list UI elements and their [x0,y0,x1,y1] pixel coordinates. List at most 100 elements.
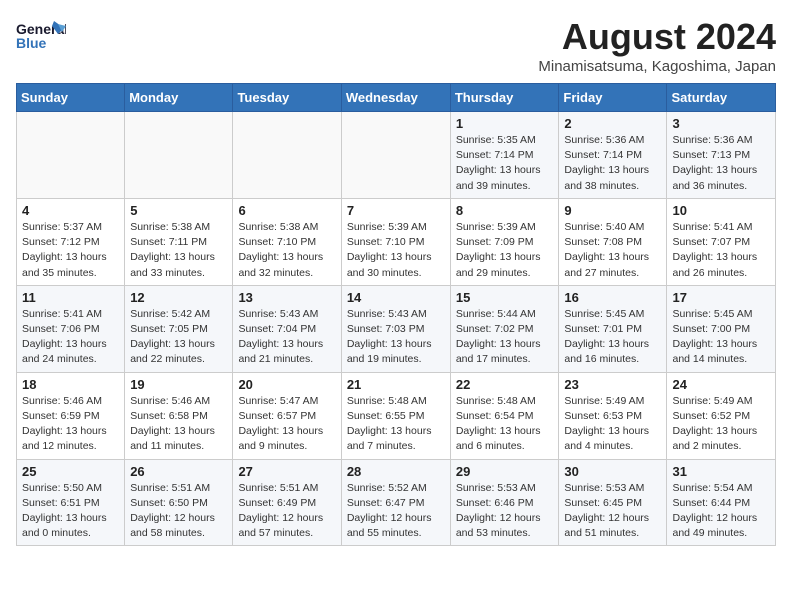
day-info: Sunrise: 5:35 AM Sunset: 7:14 PM Dayligh… [456,133,554,194]
header-wednesday: Wednesday [341,84,450,112]
month-year-title: August 2024 [538,16,776,58]
calendar-cell [17,112,125,199]
calendar-cell: 16Sunrise: 5:45 AM Sunset: 7:01 PM Dayli… [559,285,667,372]
header-sunday: Sunday [17,84,125,112]
day-info: Sunrise: 5:46 AM Sunset: 6:58 PM Dayligh… [130,394,227,455]
day-number: 23 [564,377,661,392]
calendar-week-row: 25 Sunrise: 5:50 AM Sunset: 6:51 PM Dayli… [17,459,776,546]
day-info: Sunrise: 5:52 AM Sunset: 6:47 PM Dayligh… [347,481,445,542]
day-info: Sunrise: 5:51 AM Sunset: 6:49 PM Dayligh… [238,481,335,542]
day-number: 18 [22,377,119,392]
logo: General Blue [16,16,66,61]
day-number: 13 [238,290,335,305]
calendar-week-row: 1 Sunrise: 5:35 AM Sunset: 7:14 PM Daylig… [17,112,776,199]
calendar-table: Sunday Monday Tuesday Wednesday Thursday… [16,83,776,546]
header-thursday: Thursday [450,84,559,112]
header-friday: Friday [559,84,667,112]
calendar-cell: 7 Sunrise: 5:39 AM Sunset: 7:10 PM Daylig… [341,198,450,285]
day-number: 3 [672,116,770,131]
day-info: Sunrise: 5:43 AM Sunset: 7:04 PM Dayligh… [238,307,335,368]
day-info: Sunrise: 5:49 AM Sunset: 6:52 PM Dayligh… [672,394,770,455]
calendar-cell: 6 Sunrise: 5:38 AM Sunset: 7:10 PM Daylig… [233,198,341,285]
day-info: Sunrise: 5:38 AM Sunset: 7:10 PM Dayligh… [238,220,335,281]
day-info: Sunrise: 5:53 AM Sunset: 6:45 PM Dayligh… [564,481,661,542]
day-number: 12 [130,290,227,305]
day-number: 26 [130,464,227,479]
calendar-week-row: 4 Sunrise: 5:37 AM Sunset: 7:12 PM Daylig… [17,198,776,285]
day-number: 25 [22,464,119,479]
calendar-cell: 20Sunrise: 5:47 AM Sunset: 6:57 PM Dayli… [233,372,341,459]
day-number: 31 [672,464,770,479]
calendar-cell: 30 Sunrise: 5:53 AM Sunset: 6:45 PM Dayli… [559,459,667,546]
calendar-cell: 13 Sunrise: 5:43 AM Sunset: 7:04 PM Dayli… [233,285,341,372]
day-number: 8 [456,203,554,218]
calendar-cell: 31 Sunrise: 5:54 AM Sunset: 6:44 PM Dayli… [667,459,776,546]
calendar-cell [341,112,450,199]
day-info: Sunrise: 5:39 AM Sunset: 7:10 PM Dayligh… [347,220,445,281]
calendar-cell: 22Sunrise: 5:48 AM Sunset: 6:54 PM Dayli… [450,372,559,459]
day-info: Sunrise: 5:41 AM Sunset: 7:06 PM Dayligh… [22,307,119,368]
calendar-cell: 15Sunrise: 5:44 AM Sunset: 7:02 PM Dayli… [450,285,559,372]
calendar-cell: 9 Sunrise: 5:40 AM Sunset: 7:08 PM Daylig… [559,198,667,285]
day-info: Sunrise: 5:40 AM Sunset: 7:08 PM Dayligh… [564,220,661,281]
day-info: Sunrise: 5:46 AM Sunset: 6:59 PM Dayligh… [22,394,119,455]
calendar-cell: 28 Sunrise: 5:52 AM Sunset: 6:47 PM Dayli… [341,459,450,546]
day-number: 19 [130,377,227,392]
day-info: Sunrise: 5:42 AM Sunset: 7:05 PM Dayligh… [130,307,227,368]
day-number: 14 [347,290,445,305]
day-number: 9 [564,203,661,218]
day-number: 21 [347,377,445,392]
day-info: Sunrise: 5:39 AM Sunset: 7:09 PM Dayligh… [456,220,554,281]
calendar-cell: 4 Sunrise: 5:37 AM Sunset: 7:12 PM Daylig… [17,198,125,285]
day-number: 11 [22,290,119,305]
day-number: 6 [238,203,335,218]
day-info: Sunrise: 5:38 AM Sunset: 7:11 PM Dayligh… [130,220,227,281]
calendar-cell: 24 Sunrise: 5:49 AM Sunset: 6:52 PM Dayli… [667,372,776,459]
day-info: Sunrise: 5:49 AM Sunset: 6:53 PM Dayligh… [564,394,661,455]
day-number: 4 [22,203,119,218]
day-info: Sunrise: 5:41 AM Sunset: 7:07 PM Dayligh… [672,220,770,281]
day-info: Sunrise: 5:45 AM Sunset: 7:00 PM Dayligh… [672,307,770,368]
calendar-cell: 27 Sunrise: 5:51 AM Sunset: 6:49 PM Dayli… [233,459,341,546]
day-number: 7 [347,203,445,218]
day-number: 30 [564,464,661,479]
calendar-cell: 11 Sunrise: 5:41 AM Sunset: 7:06 PM Dayli… [17,285,125,372]
day-info: Sunrise: 5:48 AM Sunset: 6:55 PM Dayligh… [347,394,445,455]
calendar-cell: 2Sunrise: 5:36 AM Sunset: 7:14 PM Daylig… [559,112,667,199]
calendar-cell: 19 Sunrise: 5:46 AM Sunset: 6:58 PM Dayli… [125,372,233,459]
day-number: 20 [238,377,335,392]
day-number: 2 [564,116,661,131]
day-info: Sunrise: 5:54 AM Sunset: 6:44 PM Dayligh… [672,481,770,542]
calendar-cell: 1 Sunrise: 5:35 AM Sunset: 7:14 PM Daylig… [450,112,559,199]
calendar-header-row: Sunday Monday Tuesday Wednesday Thursday… [17,84,776,112]
svg-text:Blue: Blue [16,35,47,51]
day-number: 16 [564,290,661,305]
calendar-cell [233,112,341,199]
day-number: 22 [456,377,554,392]
page-header: General Blue August 2024 Minamisatsuma, … [16,16,776,75]
day-info: Sunrise: 5:37 AM Sunset: 7:12 PM Dayligh… [22,220,119,281]
calendar-week-row: 11 Sunrise: 5:41 AM Sunset: 7:06 PM Dayli… [17,285,776,372]
day-number: 17 [672,290,770,305]
calendar-week-row: 18 Sunrise: 5:46 AM Sunset: 6:59 PM Dayli… [17,372,776,459]
day-info: Sunrise: 5:51 AM Sunset: 6:50 PM Dayligh… [130,481,227,542]
day-info: Sunrise: 5:43 AM Sunset: 7:03 PM Dayligh… [347,307,445,368]
day-info: Sunrise: 5:36 AM Sunset: 7:13 PM Dayligh… [672,133,770,194]
header-tuesday: Tuesday [233,84,341,112]
day-number: 27 [238,464,335,479]
day-info: Sunrise: 5:50 AM Sunset: 6:51 PM Dayligh… [22,481,119,542]
day-number: 5 [130,203,227,218]
day-number: 28 [347,464,445,479]
day-info: Sunrise: 5:53 AM Sunset: 6:46 PM Dayligh… [456,481,554,542]
day-info: Sunrise: 5:44 AM Sunset: 7:02 PM Dayligh… [456,307,554,368]
location-subtitle: Minamisatsuma, Kagoshima, Japan [538,58,776,75]
day-number: 10 [672,203,770,218]
day-number: 24 [672,377,770,392]
logo-icon: General Blue [16,16,66,56]
calendar-cell: 8 Sunrise: 5:39 AM Sunset: 7:09 PM Daylig… [450,198,559,285]
day-number: 1 [456,116,554,131]
calendar-cell: 29Sunrise: 5:53 AM Sunset: 6:46 PM Dayli… [450,459,559,546]
calendar-cell: 17 Sunrise: 5:45 AM Sunset: 7:00 PM Dayli… [667,285,776,372]
calendar-cell: 3 Sunrise: 5:36 AM Sunset: 7:13 PM Daylig… [667,112,776,199]
calendar-cell: 26 Sunrise: 5:51 AM Sunset: 6:50 PM Dayli… [125,459,233,546]
